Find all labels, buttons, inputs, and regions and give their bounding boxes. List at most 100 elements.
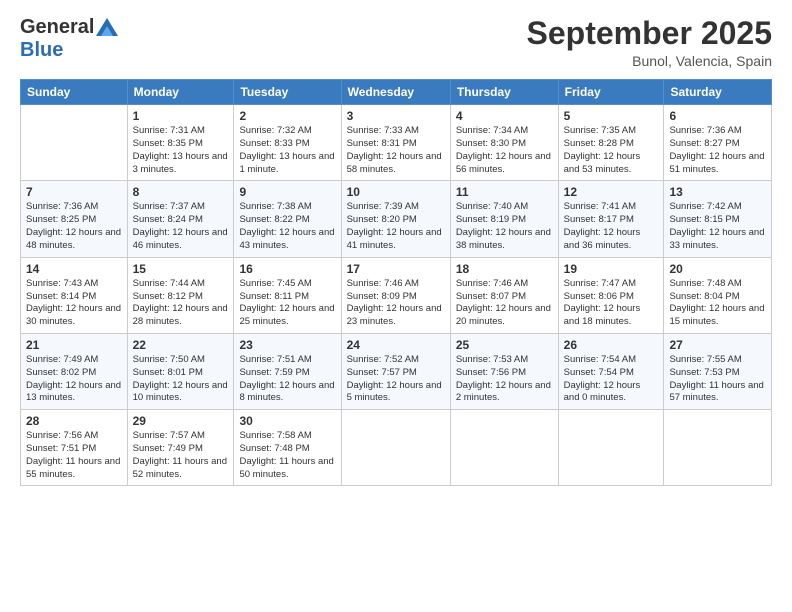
day-info: Sunrise: 7:44 AM Sunset: 8:12 PM Dayligh… [133,278,229,329]
day-number: 20 [669,262,766,276]
calendar-cell: 10Sunrise: 7:39 AM Sunset: 8:20 PM Dayli… [341,181,450,257]
calendar-cell: 8 Sunrise: 7:37 AM Sunset: 8:24 PM Daylig… [127,181,234,257]
day-info: Sunrise: 7:49 AM Sunset: 8:02 PM Dayligh… [26,354,122,405]
day-number: 16 [239,262,335,276]
day-info: Sunrise: 7:34 AM Sunset: 8:30 PM Dayligh… [456,125,553,176]
day-info: Sunrise: 7:36 AM Sunset: 8:25 PM Dayligh… [26,201,122,252]
day-number: 21 [26,338,122,352]
logo-blue-text: Blue [20,39,63,62]
calendar-cell: 11 Sunrise: 7:40 AM Sunset: 8:19 PM Dayli… [450,181,558,257]
day-info: Sunrise: 7:38 AM Sunset: 8:22 PM Dayligh… [239,201,335,252]
calendar-week-row: 1 Sunrise: 7:31 AM Sunset: 8:35 PM Daylig… [21,105,772,181]
logo-blue: Blue [20,39,63,62]
day-number: 23 [239,338,335,352]
day-info: Sunrise: 7:51 AM Sunset: 7:59 PM Dayligh… [239,354,335,405]
day-info: Sunrise: 7:48 AM Sunset: 8:04 PM Dayligh… [669,278,766,329]
calendar-cell: 22Sunrise: 7:50 AM Sunset: 8:01 PM Dayli… [127,333,234,409]
calendar-header-saturday: Saturday [664,80,772,105]
day-info: Sunrise: 7:43 AM Sunset: 8:14 PM Dayligh… [26,278,122,329]
calendar-cell: 3 Sunrise: 7:33 AM Sunset: 8:31 PM Daylig… [341,105,450,181]
day-number: 18 [456,262,553,276]
calendar-cell: 16 Sunrise: 7:45 AM Sunset: 8:11 PM Dayli… [234,257,341,333]
month-title: September 2025 [527,16,772,51]
calendar-cell: 27Sunrise: 7:55 AM Sunset: 7:53 PM Dayli… [664,333,772,409]
day-info: Sunrise: 7:42 AM Sunset: 8:15 PM Dayligh… [669,201,766,252]
day-info: Sunrise: 7:41 AM Sunset: 8:17 PM Dayligh… [564,201,659,252]
calendar-header-thursday: Thursday [450,80,558,105]
day-number: 30 [239,414,335,428]
calendar-cell: 20 Sunrise: 7:48 AM Sunset: 8:04 PM Dayli… [664,257,772,333]
calendar-cell: 5 Sunrise: 7:35 AM Sunset: 8:28 PM Daylig… [558,105,664,181]
day-info: Sunrise: 7:32 AM Sunset: 8:33 PM Dayligh… [239,125,335,176]
calendar-header-sunday: Sunday [21,80,128,105]
day-info: Sunrise: 7:45 AM Sunset: 8:11 PM Dayligh… [239,278,335,329]
calendar-cell: 29Sunrise: 7:57 AM Sunset: 7:49 PM Dayli… [127,410,234,486]
calendar-cell [21,105,128,181]
day-info: Sunrise: 7:40 AM Sunset: 8:19 PM Dayligh… [456,201,553,252]
day-number: 19 [564,262,659,276]
day-info: Sunrise: 7:36 AM Sunset: 8:27 PM Dayligh… [669,125,766,176]
calendar-cell [664,410,772,486]
calendar-header-row: SundayMondayTuesdayWednesdayThursdayFrid… [21,80,772,105]
day-info: Sunrise: 7:31 AM Sunset: 8:35 PM Dayligh… [133,125,229,176]
day-number: 27 [669,338,766,352]
calendar-cell [450,410,558,486]
calendar-cell: 30 Sunrise: 7:58 AM Sunset: 7:48 PM Dayli… [234,410,341,486]
calendar-cell: 28Sunrise: 7:56 AM Sunset: 7:51 PM Dayli… [21,410,128,486]
day-number: 12 [564,185,659,199]
calendar-header-friday: Friday [558,80,664,105]
calendar-week-row: 7Sunrise: 7:36 AM Sunset: 8:25 PM Daylig… [21,181,772,257]
calendar-cell: 6 Sunrise: 7:36 AM Sunset: 8:27 PM Daylig… [664,105,772,181]
day-number: 3 [347,109,445,123]
calendar-week-row: 28Sunrise: 7:56 AM Sunset: 7:51 PM Dayli… [21,410,772,486]
calendar-cell: 7Sunrise: 7:36 AM Sunset: 8:25 PM Daylig… [21,181,128,257]
calendar-header-wednesday: Wednesday [341,80,450,105]
calendar-cell: 15 Sunrise: 7:44 AM Sunset: 8:12 PM Dayli… [127,257,234,333]
day-info: Sunrise: 7:52 AM Sunset: 7:57 PM Dayligh… [347,354,445,405]
day-number: 9 [239,185,335,199]
day-info: Sunrise: 7:37 AM Sunset: 8:24 PM Dayligh… [133,201,229,252]
calendar-cell: 4 Sunrise: 7:34 AM Sunset: 8:30 PM Daylig… [450,105,558,181]
calendar-cell: 12 Sunrise: 7:41 AM Sunset: 8:17 PM Dayli… [558,181,664,257]
day-number: 1 [133,109,229,123]
calendar-cell: 18 Sunrise: 7:46 AM Sunset: 8:07 PM Dayli… [450,257,558,333]
day-number: 6 [669,109,766,123]
calendar-cell: 14 Sunrise: 7:43 AM Sunset: 8:14 PM Dayli… [21,257,128,333]
day-number: 15 [133,262,229,276]
title-area: September 2025 Bunol, Valencia, Spain [527,16,772,69]
day-number: 11 [456,185,553,199]
day-number: 14 [26,262,122,276]
logo-general: General [20,16,94,39]
day-info: Sunrise: 7:39 AM Sunset: 8:20 PM Dayligh… [347,201,445,252]
day-info: Sunrise: 7:47 AM Sunset: 8:06 PM Dayligh… [564,278,659,329]
day-info: Sunrise: 7:35 AM Sunset: 8:28 PM Dayligh… [564,125,659,176]
logo-icon [96,18,118,36]
day-number: 2 [239,109,335,123]
day-number: 5 [564,109,659,123]
calendar-cell: 13 Sunrise: 7:42 AM Sunset: 8:15 PM Dayli… [664,181,772,257]
day-info: Sunrise: 7:46 AM Sunset: 8:07 PM Dayligh… [456,278,553,329]
day-info: Sunrise: 7:46 AM Sunset: 8:09 PM Dayligh… [347,278,445,329]
day-info: Sunrise: 7:58 AM Sunset: 7:48 PM Dayligh… [239,430,335,481]
day-info: Sunrise: 7:54 AM Sunset: 7:54 PM Dayligh… [564,354,659,405]
header: General Blue September 2025 Bunol, Valen… [20,16,772,69]
calendar-cell: 9 Sunrise: 7:38 AM Sunset: 8:22 PM Daylig… [234,181,341,257]
day-number: 13 [669,185,766,199]
day-number: 25 [456,338,553,352]
day-info: Sunrise: 7:33 AM Sunset: 8:31 PM Dayligh… [347,125,445,176]
calendar-cell: 25Sunrise: 7:53 AM Sunset: 7:56 PM Dayli… [450,333,558,409]
day-number: 4 [456,109,553,123]
location: Bunol, Valencia, Spain [527,53,772,69]
calendar-cell: 23 Sunrise: 7:51 AM Sunset: 7:59 PM Dayli… [234,333,341,409]
calendar-cell [341,410,450,486]
page: General Blue September 2025 Bunol, Valen… [0,0,792,612]
day-number: 26 [564,338,659,352]
logo-area: General Blue [20,16,118,62]
day-number: 29 [133,414,229,428]
logo-text: General [20,16,118,39]
calendar-header-monday: Monday [127,80,234,105]
calendar-cell: 19 Sunrise: 7:47 AM Sunset: 8:06 PM Dayli… [558,257,664,333]
day-number: 28 [26,414,122,428]
day-number: 8 [133,185,229,199]
calendar-cell: 1 Sunrise: 7:31 AM Sunset: 8:35 PM Daylig… [127,105,234,181]
